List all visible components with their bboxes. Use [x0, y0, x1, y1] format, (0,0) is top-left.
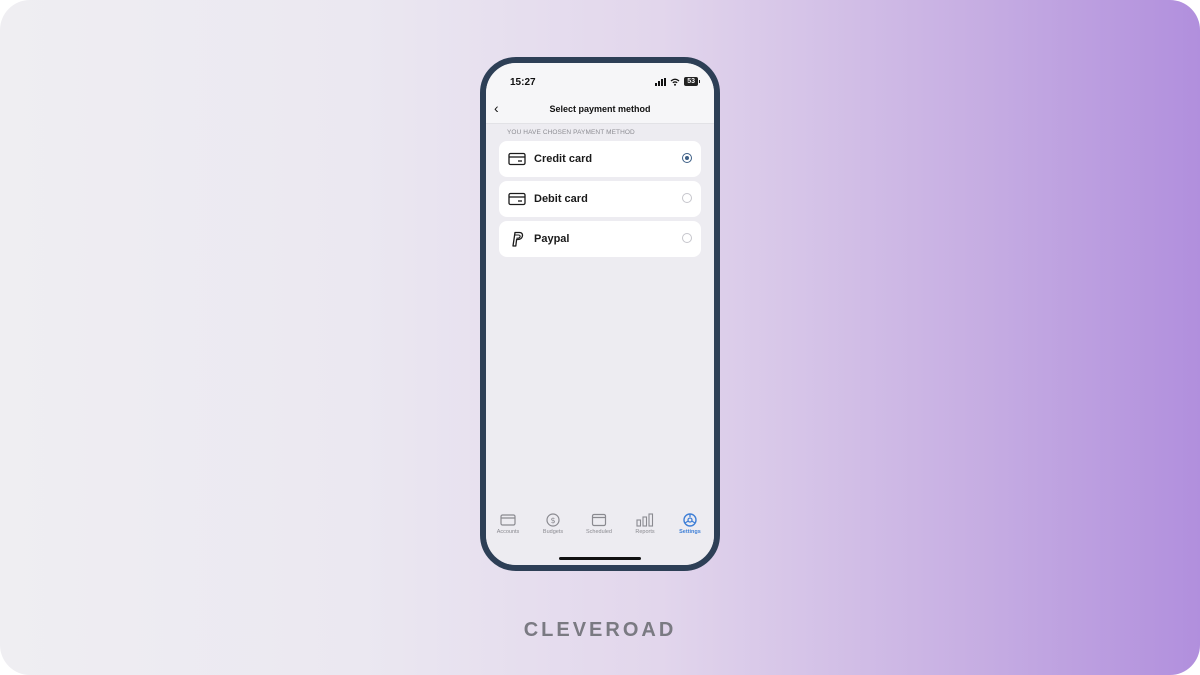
tab-scheduled[interactable]: Scheduled: [579, 513, 619, 535]
bar-chart-icon: [636, 513, 654, 527]
tab-settings[interactable]: Settings: [670, 513, 710, 535]
battery-icon: 53: [684, 77, 700, 86]
credit-card-icon: [508, 192, 526, 206]
radio-button-selected[interactable]: [682, 153, 692, 163]
status-bar: 15:27 53: [486, 63, 714, 97]
home-indicator: [559, 557, 641, 560]
credit-card-icon: [508, 152, 526, 166]
tab-label: Settings: [679, 529, 701, 535]
svg-text:$: $: [550, 516, 555, 525]
page-title: Select payment method: [549, 104, 651, 114]
tab-label: Scheduled: [586, 529, 612, 535]
payment-option-label: Credit card: [534, 153, 593, 165]
brand-logo-text: CLEVEROAD: [523, 619, 677, 641]
gear-icon: [683, 513, 697, 527]
payment-option-credit-card[interactable]: Credit card: [499, 141, 701, 177]
navigation-bar: ‹ Select payment method: [486, 97, 714, 124]
payment-option-label: Paypal: [534, 233, 570, 245]
tab-budgets[interactable]: $ Budgets: [533, 513, 573, 535]
tab-label: Budgets: [542, 529, 564, 535]
tab-label: Accounts: [496, 529, 520, 535]
tab-reports[interactable]: Reports: [625, 513, 665, 535]
status-time: 15:27: [510, 77, 536, 88]
radio-button[interactable]: [682, 233, 692, 243]
signal-icon: [655, 77, 667, 86]
status-icons: 53: [655, 77, 700, 86]
radio-button[interactable]: [682, 193, 692, 203]
payment-option-paypal[interactable]: Paypal: [499, 221, 701, 257]
calendar-icon: [591, 513, 607, 527]
section-header: YOU HAVE CHOSEN PAYMENT METHOD: [507, 129, 635, 136]
tab-label: Reports: [635, 529, 655, 535]
tab-bar: Accounts $ Budgets Scheduled Reports Set…: [486, 509, 714, 565]
background-canvas: 15:27 53 ‹ Select payment method YOU HAV…: [0, 0, 1200, 675]
dollar-circle-icon: $: [546, 513, 560, 527]
paypal-icon: [512, 231, 524, 247]
tab-accounts[interactable]: Accounts: [488, 513, 528, 535]
wifi-icon: [670, 78, 680, 86]
payment-option-debit-card[interactable]: Debit card: [499, 181, 701, 217]
wallet-icon: [500, 514, 516, 526]
payment-option-label: Debit card: [534, 193, 588, 205]
phone-frame: 15:27 53 ‹ Select payment method YOU HAV…: [480, 57, 720, 571]
